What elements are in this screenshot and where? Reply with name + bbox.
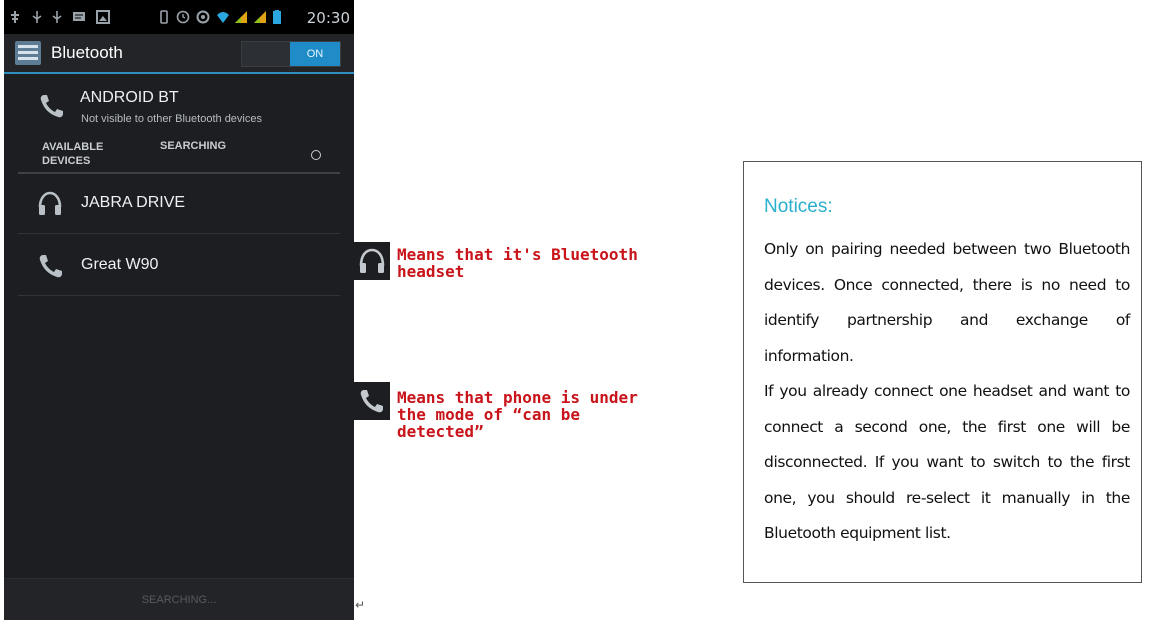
action-bar: Bluetooth ON [4, 34, 354, 74]
device-name: JABRA DRIVE [81, 194, 186, 211]
row-divider [18, 233, 340, 234]
legend-headset-text: Means that it's Bluetooth headset [397, 245, 638, 281]
notice-paragraph: Only on pairing needed between two Bluet… [764, 240, 1130, 365]
battery-icon [273, 10, 281, 24]
phone-icon [360, 390, 383, 413]
available-devices-label: AVAILABLE DEVICES [42, 141, 104, 167]
device-row[interactable]: JABRA DRIVE [4, 174, 354, 234]
alarm-icon [176, 10, 190, 24]
visibility-status: Not visible to other Bluetooth devices [81, 113, 262, 125]
notices-box: Notices: Only on pairing needed between … [743, 161, 1142, 583]
signal-icon [235, 11, 247, 23]
legend-headset-swatch [354, 242, 390, 280]
search-button-label: SEARCHING... [141, 594, 217, 606]
status-bar: 20:30 [4, 0, 354, 34]
device-name: ANDROID BT [80, 89, 179, 106]
phone-icon [39, 255, 62, 278]
message-icon [73, 12, 85, 21]
headset-icon [38, 191, 62, 215]
sync-icon [196, 10, 210, 24]
available-devices-header: AVAILABLE DEVICES [42, 140, 103, 168]
searching-label: SEARCHING [160, 140, 227, 152]
bluetooth-settings-icon[interactable] [15, 41, 41, 65]
photo-icon [96, 10, 110, 24]
device-row[interactable]: Great W90 [4, 236, 354, 296]
search-button-bar[interactable]: SEARCHING... [4, 578, 354, 620]
usb-icon [32, 11, 42, 23]
return-mark: ↵ [355, 598, 366, 612]
device-name: Great W90 [81, 256, 159, 273]
phone-icon [40, 95, 63, 118]
signal-icon [254, 11, 266, 23]
toggle-on-label: ON [290, 42, 340, 66]
this-device[interactable]: ANDROID BT Not visible to other Bluetoot… [4, 80, 354, 136]
phone-screen: 20:30 Bluetooth ON ANDROID BT Not visibl… [4, 0, 354, 620]
notice-paragraph: If you already connect one headset and w… [764, 382, 1130, 542]
usb-debug-icon [11, 11, 19, 23]
legend-phone-swatch [354, 382, 390, 420]
progress-spinner-icon [311, 150, 321, 160]
page-title: Bluetooth [51, 43, 123, 62]
headset-icon [359, 248, 385, 273]
usb-icon [52, 11, 62, 23]
notices-title: Notices: [764, 196, 833, 217]
legend-phone-text: Means that phone is under the mode of “c… [397, 388, 638, 441]
notices-body: Only on pairing needed between two Bluet… [764, 232, 1130, 552]
bluetooth-toggle[interactable]: ON [241, 41, 341, 67]
clock: 20:30 [306, 9, 350, 27]
vibrate-icon [160, 10, 168, 24]
wifi-icon [217, 12, 229, 23]
row-divider [18, 295, 340, 296]
